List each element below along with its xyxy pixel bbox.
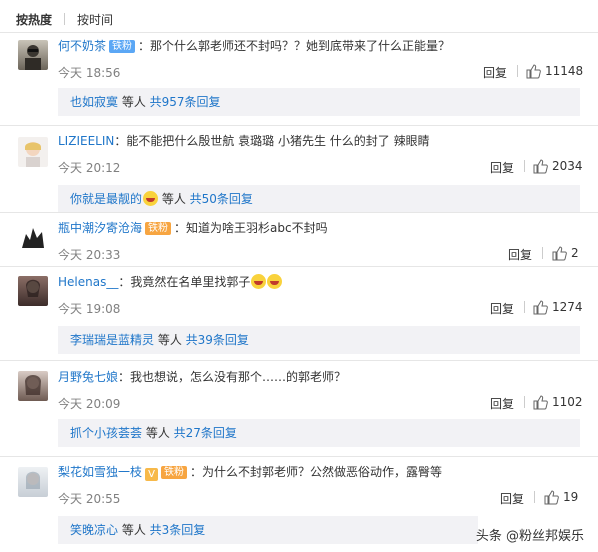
comment-text: ：我竟然在名单里找郭子 xyxy=(118,275,251,289)
avatar[interactable] xyxy=(18,222,48,252)
sort-tabs: 按热度 按时间 xyxy=(16,10,113,28)
comment-text: ：那个什么郭老师还不封吗？？她到底带来了什么正能量？ xyxy=(138,39,451,53)
avatar[interactable] xyxy=(18,371,48,401)
comment-time: 今天 19:08 xyxy=(58,302,121,316)
like-count: 19 xyxy=(563,490,579,504)
like-button[interactable]: 2034 xyxy=(533,157,583,175)
reply-user[interactable]: 李瑞瑞是蓝精灵 xyxy=(70,333,154,347)
reply-connector: 等人 xyxy=(154,333,186,347)
comment-text: ：能不能把什么殷世航 袁璐璐 小猪先生 什么的封了 辣眼睛 xyxy=(114,134,430,148)
watermark: 头条 @粉丝邦娱乐 xyxy=(475,529,584,544)
like-button[interactable]: 19 xyxy=(544,488,578,506)
separator xyxy=(517,65,518,77)
like-button[interactable]: 1274 xyxy=(533,298,583,316)
divider xyxy=(0,360,598,361)
separator xyxy=(524,301,525,313)
laughing-emoji-icon xyxy=(251,274,267,289)
reply-button[interactable]: 回复 xyxy=(490,159,514,176)
avatar[interactable] xyxy=(18,276,48,306)
thumbs-up-icon xyxy=(533,394,548,409)
like-button[interactable]: 1102 xyxy=(533,393,583,411)
tab-by-hot[interactable]: 按热度 xyxy=(16,11,52,28)
divider xyxy=(0,125,598,126)
comment-username[interactable]: 何不奶茶 xyxy=(58,39,106,53)
reply-button[interactable]: 回复 xyxy=(490,395,514,412)
divider xyxy=(0,212,598,213)
replies-summary[interactable]: 李瑞瑞是蓝精灵 等人 共39条回复 xyxy=(58,326,580,354)
comment-username[interactable]: Helenas__ xyxy=(58,275,118,289)
verified-icon: V xyxy=(145,468,159,481)
reply-user[interactable]: 也如寂寞 xyxy=(70,95,118,109)
reply-count[interactable]: 共39条回复 xyxy=(186,333,249,347)
comment-time: 今天 20:55 xyxy=(58,492,121,506)
comment-username[interactable]: 月野兔七娘 xyxy=(58,370,118,384)
reply-connector: 等人 xyxy=(118,95,150,109)
like-count: 2034 xyxy=(552,159,583,173)
reply-count[interactable]: 共50条回复 xyxy=(190,192,253,206)
comment-time: 今天 20:33 xyxy=(58,248,121,262)
laughing-emoji-icon xyxy=(143,191,159,206)
reply-connector: 等人 xyxy=(142,426,174,440)
avatar[interactable] xyxy=(18,137,48,167)
reply-button[interactable]: 回复 xyxy=(490,300,514,317)
like-button[interactable]: 2 xyxy=(552,244,579,262)
like-count: 11148 xyxy=(545,64,584,78)
comment-time: 今天 20:12 xyxy=(58,161,121,175)
separator xyxy=(534,491,535,503)
thumbs-up-icon xyxy=(533,299,548,314)
replies-summary[interactable]: 抓个小孩荟荟 等人 共27条回复 xyxy=(58,419,580,447)
reply-button[interactable]: 回复 xyxy=(508,246,532,263)
comment-time: 今天 20:09 xyxy=(58,397,121,411)
replies-summary[interactable]: 也如寂寞 等人 共957条回复 xyxy=(58,88,580,116)
reply-button[interactable]: 回复 xyxy=(483,64,507,81)
replies-summary[interactable]: 笑晚凉心 等人 共3条回复 xyxy=(58,516,478,544)
comment-username[interactable]: 梨花如雪独一枝 xyxy=(58,465,142,479)
tab-divider xyxy=(64,13,66,25)
like-count: 1102 xyxy=(552,395,583,409)
like-count: 2 xyxy=(571,246,579,260)
like-button[interactable]: 11148 xyxy=(526,62,583,80)
fan-badge: 铁粉 xyxy=(109,40,136,53)
reply-user[interactable]: 你就是最靓的 xyxy=(70,192,142,206)
thumbs-up-icon xyxy=(552,245,567,260)
comment-text: ：知道为啥王羽杉abc不封吗 xyxy=(174,221,328,235)
tab-by-time[interactable]: 按时间 xyxy=(77,11,113,28)
fan-badge: 铁粉 xyxy=(145,222,172,235)
avatar[interactable] xyxy=(18,467,48,497)
comment-text: ：我也想说，怎么没有那个……的郭老师？ xyxy=(118,370,347,384)
divider xyxy=(0,32,598,33)
reply-user[interactable]: 抓个小孩荟荟 xyxy=(70,426,142,440)
reply-connector: 等人 xyxy=(158,192,190,206)
reply-count[interactable]: 共957条回复 xyxy=(150,95,221,109)
separator xyxy=(542,247,543,259)
comment-text: ：为什么不封郭老师？公然做恶俗动作，露臀等 xyxy=(190,465,443,479)
reply-count[interactable]: 共27条回复 xyxy=(174,426,237,440)
reply-count[interactable]: 共3条回复 xyxy=(150,523,206,537)
separator xyxy=(524,396,525,408)
laughing-emoji-icon xyxy=(267,274,283,289)
comment-username[interactable]: LIZIEELIN xyxy=(58,134,114,148)
divider xyxy=(0,266,598,267)
thumbs-up-icon xyxy=(544,489,559,504)
comment-username[interactable]: 瓶中潮汐寄沧海 xyxy=(58,221,142,235)
fan-badge: 铁粉 xyxy=(161,466,188,479)
thumbs-up-icon xyxy=(533,158,548,173)
replies-summary[interactable]: 你就是最靓的 等人 共50条回复 xyxy=(58,185,580,213)
thumbs-up-icon xyxy=(526,63,541,78)
avatar[interactable] xyxy=(18,40,48,70)
reply-user[interactable]: 笑晚凉心 xyxy=(70,523,118,537)
comment-time: 今天 18:56 xyxy=(58,66,121,80)
reply-connector: 等人 xyxy=(118,523,150,537)
separator xyxy=(524,160,525,172)
like-count: 1274 xyxy=(552,300,583,314)
reply-button[interactable]: 回复 xyxy=(500,490,524,507)
divider xyxy=(0,456,598,457)
